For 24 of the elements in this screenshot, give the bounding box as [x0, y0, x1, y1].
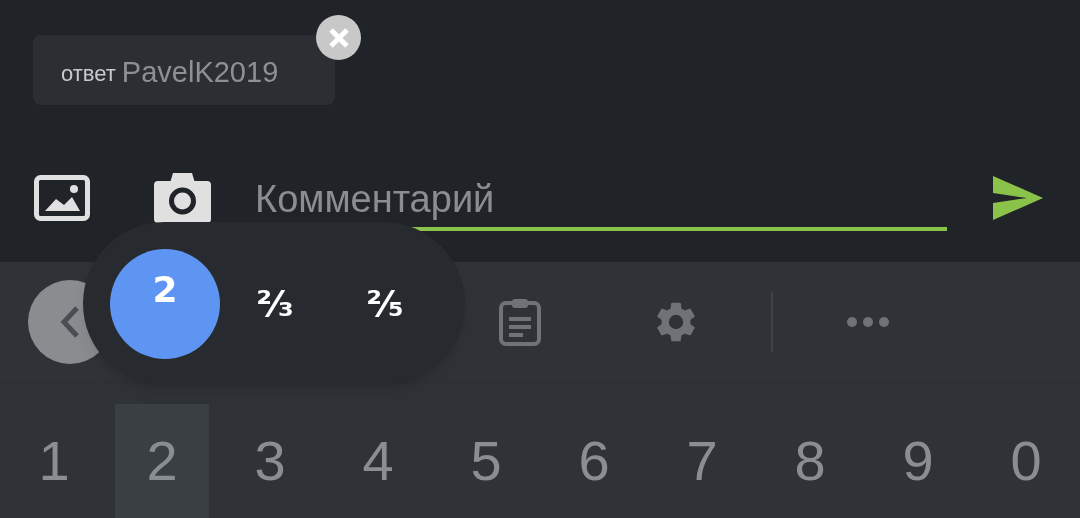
camera-icon[interactable] [154, 173, 211, 223]
fraction-option[interactable]: ²⁄₃ [220, 248, 330, 359]
clipboard-icon[interactable] [498, 297, 542, 347]
more-icon[interactable] [846, 316, 890, 328]
number-key[interactable]: 9 [871, 404, 965, 518]
number-key[interactable]: 8 [763, 404, 857, 518]
number-key[interactable]: 7 [655, 404, 749, 518]
reply-label: ответ [61, 59, 116, 88]
number-key[interactable]: 2 [115, 404, 209, 518]
number-key[interactable]: 5 [439, 404, 533, 518]
number-key[interactable]: 4 [331, 404, 425, 518]
fraction-option[interactable]: 2 [110, 248, 220, 359]
send-icon[interactable] [993, 176, 1043, 220]
close-icon [327, 26, 350, 49]
number-key[interactable]: 3 [223, 404, 317, 518]
fraction-option[interactable]: ²⁄₅ [330, 248, 440, 359]
comment-field[interactable]: Комментарий [255, 171, 947, 227]
number-key[interactable]: 1 [7, 404, 101, 518]
reply-username: PavelK2019 [121, 55, 279, 91]
close-button[interactable] [316, 15, 361, 60]
number-key[interactable]: 6 [547, 404, 641, 518]
number-key[interactable]: 0 [979, 404, 1073, 518]
image-icon[interactable] [34, 175, 90, 221]
chevron-left-icon [59, 305, 81, 339]
